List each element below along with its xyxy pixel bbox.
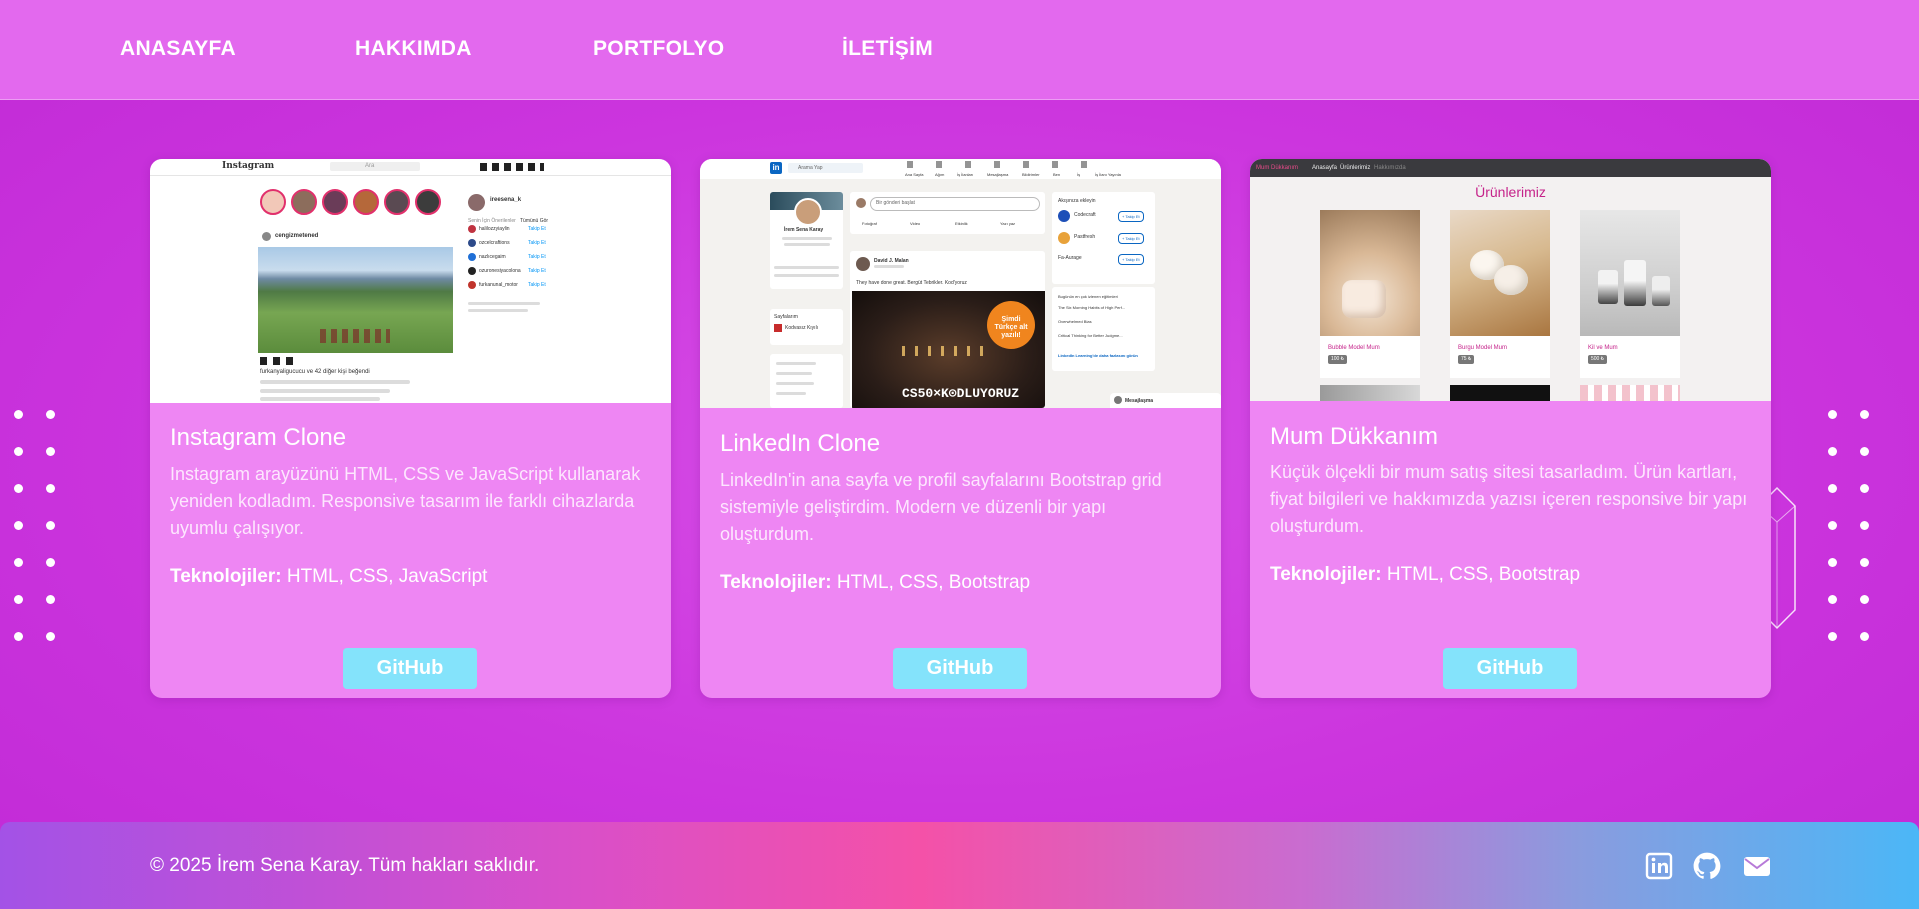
copyright-text: © 2025 İrem Sena Karay. Tüm hakları sakl… [150,855,540,876]
ig-comment-line [260,380,410,384]
li-pages-card: Sayfalarım Kodvasız Kıyılı [770,309,843,345]
ig-footer-line [468,302,540,305]
project-description: Küçük ölçekli bir mum satış sitesi tasar… [1270,462,1748,536]
navbar: ANASAYFA HAKKIMDA PORTFOLYO İLETİŞİM [0,0,1919,100]
linkedin-icon[interactable] [1645,852,1673,880]
mum-heading: Ürünlerimiz [1475,184,1546,200]
project-card-instagram: Instagram Ara cengizmetened furkanyaligu… [150,159,671,698]
github-button[interactable]: GitHub [893,648,1027,689]
ig-suggestion-list: halilozzyiaylin Takip Et ozcelcraftions … [468,225,546,295]
ig-footer-line [468,309,528,312]
project-description: LinkedIn'in ana sayfa ve profil sayfalar… [720,470,1162,544]
tech-list: HTML, CSS, JavaScript [286,566,488,587]
mum-product-card: Kil ve Mum 500 ₺ [1580,210,1680,378]
footer: © 2025 İrem Sena Karay. Tüm hakları sakl… [0,822,1919,909]
ig-side-avatar [468,194,485,211]
ig-post-avatar [262,232,271,241]
mum-nav-link: Ürünlerimiz [1340,165,1371,171]
li-left-list [770,354,843,408]
mum-product-row-2 [1320,385,1420,401]
li-logo: in [770,162,782,174]
github-icon[interactable] [1693,852,1721,880]
ig-side-username: ireesena_k [490,197,522,203]
li-post-box: Bir gönderi başlat Fotoğraf Video Etkinl… [850,192,1045,234]
project-description: Instagram arayüzünü HTML, CSS ve JavaScr… [170,464,641,538]
li-profile-card: İrem Sena Karay [770,192,843,289]
mum-product-card: Burgu Model Mum 75 ₺ [1450,210,1550,378]
mum-nav-link: Anasayfa [1312,165,1338,171]
mum-brand: Mum Dükkanım [1256,165,1299,171]
project-technologies: Teknolojiler: HTML, CSS, Bootstrap [720,570,1030,596]
mum-product-card: Bubble Model Mum 100 ₺ [1320,210,1420,378]
tech-label: Teknolojiler: [170,566,282,587]
nav-link-hakkimda[interactable]: HAKKIMDA [355,36,472,62]
project-screenshot-instagram: Instagram Ara cengizmetened furkanyaligu… [150,159,671,403]
li-messaging-bar: Mesajlaşma [1110,393,1221,408]
project-technologies: Teknolojiler: HTML, CSS, Bootstrap [1270,562,1580,588]
project-title: LinkedIn Clone [720,430,881,457]
ig-nav-icons [480,163,544,171]
ig-comment-line [260,397,380,401]
tech-label: Teknolojiler: [720,572,832,593]
ig-comment-line [260,389,390,393]
project-screenshot-linkedin: in Arama Yap Ana Sayfa Ağım İş İlanları … [700,159,1221,408]
ig-search-box [330,162,420,171]
mail-icon[interactable] [1742,852,1772,880]
li-learning-card: Bugünün en çok izlenen eğitimleri The Si… [1052,287,1155,371]
project-card-mum-dukkanim: Mum Dükkanım Anasayfa Ürünlerimiz Hakkım… [1250,159,1771,698]
ig-stories [260,189,448,215]
ig-post-action-icons [260,357,296,365]
nav-link-iletisim[interactable]: İLETİŞİM [842,36,933,62]
github-button[interactable]: GitHub [1443,648,1577,689]
nav-link-portfolyo[interactable]: PORTFOLYO [593,36,724,62]
tech-label: Teknolojiler: [1270,564,1382,585]
li-search-placeholder: Arama Yap [798,165,823,171]
github-button[interactable]: GitHub [343,648,477,689]
project-title: Mum Dükkanım [1270,423,1439,450]
project-screenshot-mum-dukkanim: Mum Dükkanım Anasayfa Ürünlerimiz Hakkım… [1250,159,1771,401]
ig-likes-line: furkanyaligucucu ve 42 diğer kişi beğend… [260,369,370,375]
mum-product-row-2 [1580,385,1680,401]
project-card-linkedin: in Arama Yap Ana Sayfa Ağım İş İlanları … [700,159,1221,698]
tech-list: HTML, CSS, Bootstrap [836,572,1031,593]
li-post-image: Şimdi Türkçe alt yazılı! CS50×K⊙DLUYORUZ [852,291,1045,408]
li-add-to-feed: Akışınıza ekleyin Codecraft + Takip Et P… [1052,192,1155,284]
ig-search-placeholder: Ara [365,163,375,169]
tech-list: HTML, CSS, Bootstrap [1386,564,1581,585]
ig-post-houses [320,329,390,343]
li-feed-post: David J. Malan They have done great. Ber… [850,251,1045,408]
project-technologies: Teknolojiler: HTML, CSS, JavaScript [170,564,487,590]
mum-nav-link: Hakkımızda [1374,165,1406,171]
ig-post-username: cengizmetened [275,233,319,239]
ig-divider [150,175,671,176]
mum-product-row-2 [1450,385,1550,401]
project-title: Instagram Clone [170,424,347,451]
ig-logo: Instagram [222,161,275,171]
li-nav: Ana Sayfa Ağım İş İlanları Mesajlaşma Bi… [905,161,1205,177]
nav-link-anasayfa[interactable]: ANASAYFA [120,36,236,62]
